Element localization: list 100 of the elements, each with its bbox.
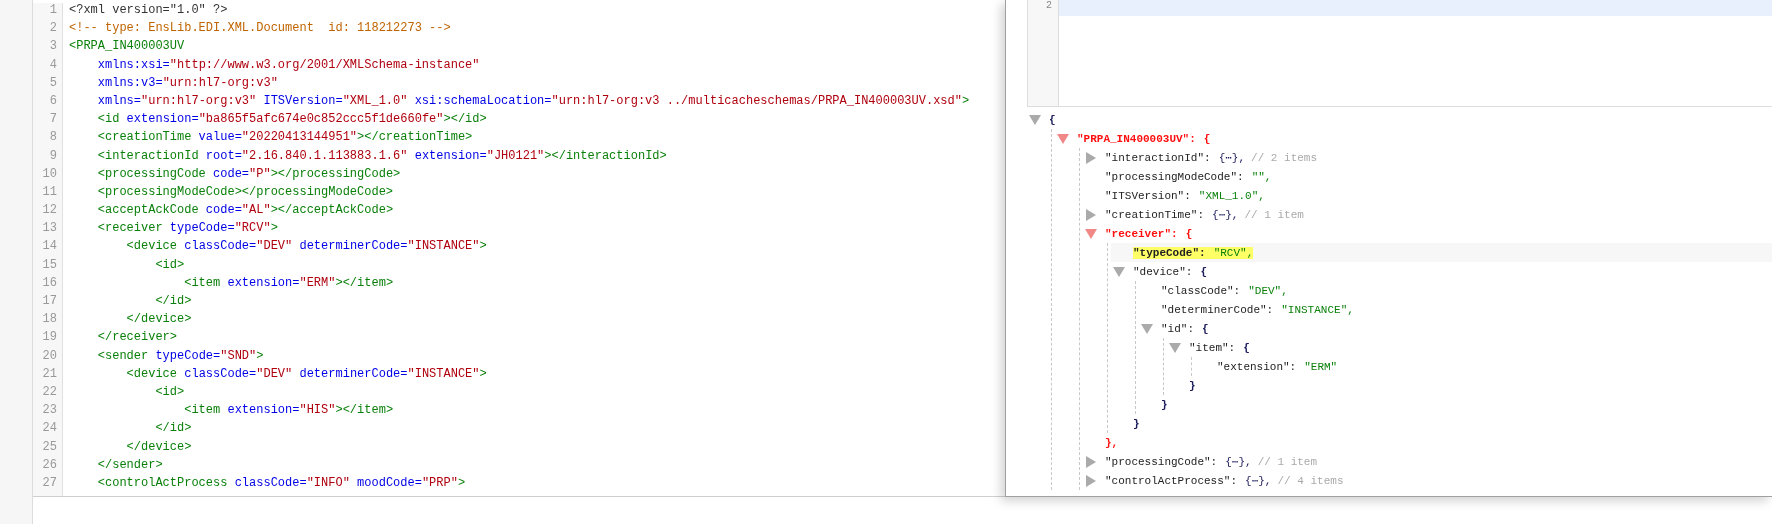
code-line: <id extension="ba865f5afc674e0c852ccc5f1de660fe"></id> [96, 112, 487, 127]
caret-right-icon[interactable] [1085, 208, 1097, 221]
code-line: <item extension="HIS"></item> [183, 403, 394, 418]
line-number: 12 [41, 203, 57, 220]
line-number: 8 [48, 130, 57, 147]
line-number: 17 [41, 294, 57, 310]
line-number: 18 [41, 312, 57, 329]
json-key: "device": [1133, 265, 1201, 278]
brace: { [1185, 227, 1193, 240]
brace: { [1200, 265, 1208, 278]
json-key: "extension": [1217, 360, 1305, 373]
brace: } [1133, 417, 1140, 430]
json-key: "processingModeCode": [1105, 170, 1252, 183]
json-key: "id": [1161, 322, 1202, 335]
json-value: "", [1251, 170, 1272, 183]
json-editor[interactable]: 2 [1027, 0, 1772, 107]
json-key: "typeCode": [1133, 246, 1214, 259]
line-number: 24 [41, 421, 57, 438]
code-line: </id> [154, 421, 192, 436]
json-key: "determinerCode": [1161, 303, 1282, 316]
caret-down-icon[interactable] [1141, 322, 1153, 335]
brace: { [1203, 132, 1211, 145]
collapsed-object[interactable]: {⋯}, [1225, 455, 1252, 468]
line-number: 3 [48, 39, 57, 56]
line-number: 25 [41, 439, 57, 456]
collapsed-object[interactable]: {⋯}, [1218, 151, 1246, 164]
line-number: 13 [41, 221, 57, 238]
caret-down-icon[interactable] [1169, 341, 1181, 354]
code-line: xmlns="urn:hl7-org:v3" ITSVersion="XML_1.0" xsi:schemaLocation="urn:hl7-org:v3 ../multicacheschemas/PRPA_IN400003UV.xsd"> [96, 93, 970, 108]
code-line: </receiver> [96, 330, 178, 345]
line-number: 19 [41, 330, 57, 347]
line-number: 14 [41, 239, 57, 256]
line-number: 23 [41, 403, 57, 420]
code-line: xmlns:xsi="http://www.w3.org/2001/XMLSchema-instance" [96, 57, 480, 72]
json-key: "controlActProcess": [1105, 474, 1246, 487]
json-value: "INSTANCE", [1281, 303, 1354, 316]
line-number: 27 [41, 475, 57, 492]
json-key: "ITSVersion": [1105, 189, 1199, 202]
caret-down-icon[interactable] [1057, 132, 1069, 145]
line-number: 9 [48, 148, 57, 165]
caret-right-icon[interactable] [1085, 151, 1097, 164]
line-number: 16 [41, 275, 57, 292]
brace: } [1161, 398, 1168, 411]
json-value: "XML_1.0", [1198, 189, 1265, 202]
line-number: 20 [41, 348, 57, 365]
line-number: 10 [41, 166, 57, 183]
code-line: <processingModeCode></processingModeCode> [96, 184, 394, 199]
caret-down-icon[interactable] [1113, 265, 1125, 278]
item-count-comment: // 2 items [1251, 151, 1318, 164]
json-key: "classCode": [1161, 284, 1249, 297]
code-line: <controlActProcess classCode="INFO" moodCode="PRP"> [96, 475, 466, 490]
json-value: "DEV", [1248, 284, 1288, 297]
brace: { [1049, 113, 1056, 126]
code-line: <item extension="ERM"></item> [183, 275, 394, 290]
json-key: "processingCode": [1105, 455, 1226, 468]
code-line: <interactionId root="2.16.840.1.113883.1.6" extension="JH0121"></interactionId> [96, 148, 667, 163]
json-key: "interactionId": [1105, 151, 1219, 164]
json-key: "receiver": [1105, 227, 1186, 240]
caret-right-icon[interactable] [1085, 455, 1097, 468]
brace: } [1189, 379, 1196, 392]
json-key: "creationTime": [1105, 208, 1213, 221]
code-line: <receiver typeCode="RCV"> [96, 221, 278, 236]
caret-right-icon[interactable] [1085, 474, 1097, 487]
brace: { [1202, 322, 1209, 335]
caret-down-icon[interactable] [1085, 227, 1097, 240]
line-number: 6 [48, 93, 57, 110]
code-line: <!-- type: EnsLib.EDI.XML.Document id: 118212273 --> [69, 21, 451, 36]
line-number: 21 [41, 366, 57, 383]
line-number: 4 [48, 57, 57, 74]
item-count-comment: // 1 item [1257, 455, 1318, 468]
line-number: 1 [48, 3, 57, 19]
code-line: <PRPA_IN400003UV [69, 39, 185, 54]
line-number: 7 [48, 112, 57, 129]
code-line: xmlns:v3="urn:hl7-org:v3" [96, 75, 278, 90]
json-key: "PRPA_IN400003UV": [1077, 132, 1204, 145]
line-number: 26 [41, 457, 57, 474]
code-line: </id> [154, 294, 192, 308]
collapsed-object[interactable]: {⋯}, [1245, 474, 1272, 487]
collapsed-object[interactable]: {⋯}, [1212, 208, 1239, 221]
code-line: <processingCode code="P"></processingCode> [96, 166, 401, 181]
code-line: <sender typeCode="SND"> [96, 348, 264, 363]
json-key: "item": [1189, 341, 1244, 354]
item-count-comment: // 1 item [1244, 208, 1304, 221]
line-number: 5 [48, 75, 57, 92]
line-number: 11 [41, 184, 57, 201]
code-line: <id> [154, 257, 185, 272]
code-line: <acceptAckCode code="AL"></acceptAckCode> [96, 203, 394, 218]
item-count-comment: // 4 items [1277, 474, 1344, 487]
line-number: 22 [41, 384, 57, 401]
code-line: </sender> [96, 457, 163, 472]
brace: }, [1105, 436, 1119, 449]
line-number: 2 [1045, 0, 1052, 13]
code-line: <?xml version="1.0" ?> [69, 3, 228, 17]
line-number: 2 [48, 21, 57, 38]
code-line: <creationTime value="20220413144951"></creationTime> [96, 130, 473, 145]
code-line: <device classCode="DEV" determinerCode="INSTANCE"> [125, 239, 487, 254]
json-value: "ERM" [1304, 360, 1338, 373]
code-line: </device> [125, 439, 192, 454]
line-number: 15 [41, 257, 57, 274]
caret-down-icon[interactable] [1029, 113, 1041, 126]
